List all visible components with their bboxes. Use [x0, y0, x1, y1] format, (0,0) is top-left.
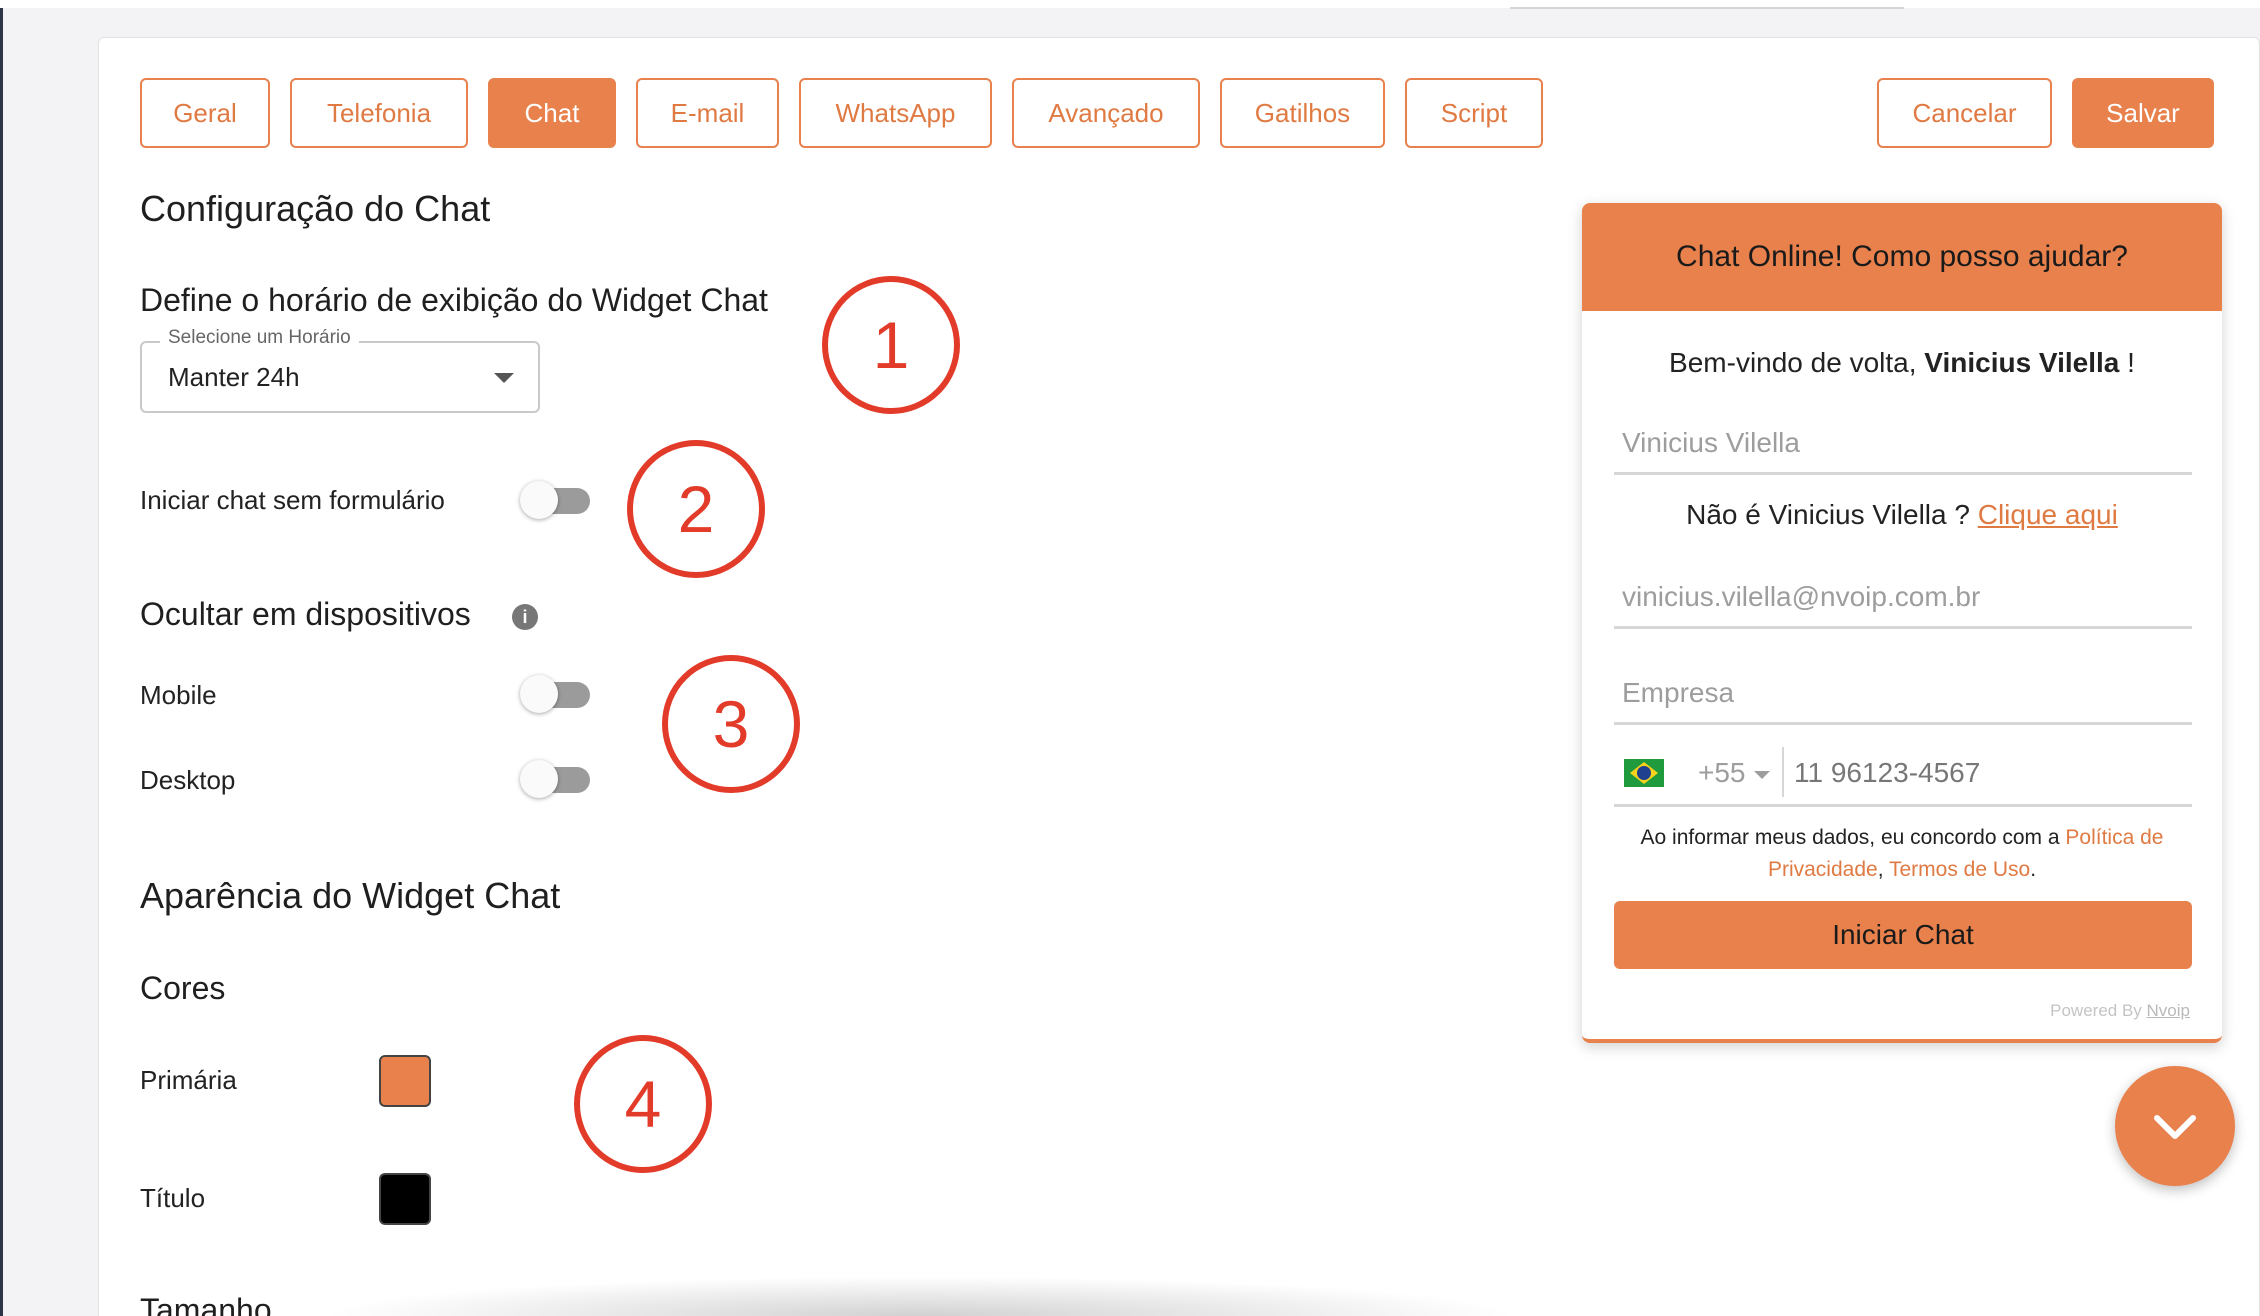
- phone-input[interactable]: 11 96123-4567: [1794, 757, 1980, 789]
- click-here-link[interactable]: Clique aqui: [1978, 499, 2118, 530]
- desktop-label: Desktop: [140, 765, 236, 795]
- page-title: Configuração do Chat: [140, 188, 491, 229]
- primary-color-label: Primária: [140, 1065, 237, 1095]
- chevron-down-icon: [2154, 1115, 2196, 1139]
- tab-script[interactable]: Script: [1405, 78, 1543, 148]
- primary-color-swatch[interactable]: [379, 1055, 431, 1107]
- tab-chat[interactable]: Chat: [488, 78, 616, 148]
- widget-header: Chat Online! Como posso ajudar?: [1582, 203, 2222, 311]
- annotation-2: 2: [627, 440, 765, 578]
- save-button[interactable]: Salvar: [2072, 78, 2214, 148]
- chat-toggle-button[interactable]: [2115, 1066, 2235, 1186]
- schedule-heading: Define o horário de exibição do Widget C…: [140, 282, 768, 318]
- cancel-button[interactable]: Cancelar: [1877, 78, 2052, 148]
- size-heading: Tamanho: [140, 1292, 272, 1316]
- info-icon[interactable]: i: [512, 604, 538, 630]
- mobile-toggle[interactable]: [520, 674, 596, 714]
- brazil-flag-icon[interactable]: [1624, 759, 1664, 787]
- colors-heading: Cores: [140, 970, 226, 1006]
- title-color-label: Título: [140, 1183, 206, 1213]
- phone-divider: [1782, 747, 1784, 797]
- start-without-form-label: Iniciar chat sem formulário: [140, 485, 445, 515]
- annotation-3: 3: [662, 655, 800, 793]
- top-bar: [0, 0, 2260, 8]
- tab-email[interactable]: E-mail: [636, 78, 779, 148]
- company-field[interactable]: Empresa: [1614, 667, 2192, 725]
- caret-down-icon[interactable]: [494, 373, 514, 383]
- mobile-label: Mobile: [140, 680, 217, 710]
- terms-link[interactable]: Termos de Uso: [1889, 858, 2030, 881]
- name-field[interactable]: Vinicius Vilella: [1614, 419, 2192, 475]
- schedule-select-value: Manter 24h: [168, 362, 300, 392]
- nvoip-link[interactable]: Nvoip: [2147, 1001, 2190, 1020]
- welcome-message: Bem-vindo de volta, Vinicius Vilella !: [1669, 347, 2135, 378]
- tab-geral[interactable]: Geral: [140, 78, 270, 148]
- tab-avancado[interactable]: Avançado: [1012, 78, 1200, 148]
- bottom-shadow: [320, 1276, 1520, 1316]
- hide-devices-heading: Ocultar em dispositivos: [140, 596, 471, 632]
- tab-gatilhos[interactable]: Gatilhos: [1220, 78, 1385, 148]
- consent-text: Ao informar meus dados, eu concordo com …: [1640, 826, 2164, 881]
- not-you-message: Não é Vinicius Vilella ? Clique aqui: [1686, 499, 2118, 530]
- window-edge: [0, 0, 3, 1316]
- phone-field[interactable]: +55 11 96123-4567: [1614, 743, 2192, 807]
- chat-widget-preview: Chat Online! Como posso ajudar? Bem-vind…: [1582, 203, 2222, 1043]
- welcome-name: Vinicius Vilella: [1924, 347, 2120, 378]
- powered-by: Powered By Nvoip: [2050, 1001, 2190, 1020]
- privacy-link-line2[interactable]: Privacidade: [1768, 858, 1878, 881]
- appearance-heading: Aparência do Widget Chat: [140, 875, 561, 916]
- annotation-1: 1: [822, 276, 960, 414]
- tab-telefonia[interactable]: Telefonia: [290, 78, 468, 148]
- title-color-swatch[interactable]: [379, 1173, 431, 1225]
- top-divider: [1510, 7, 1904, 9]
- start-without-form-toggle[interactable]: [520, 480, 596, 520]
- start-chat-button[interactable]: Iniciar Chat: [1614, 901, 2192, 969]
- schedule-select-label: Selecione um Horário: [160, 327, 359, 349]
- country-code[interactable]: +55: [1698, 757, 1746, 789]
- annotation-4: 4: [574, 1035, 712, 1173]
- privacy-link[interactable]: Política de: [2065, 826, 2163, 849]
- desktop-toggle[interactable]: [520, 759, 596, 799]
- tab-whatsapp[interactable]: WhatsApp: [799, 78, 992, 148]
- country-dropdown-icon[interactable]: [1754, 771, 1770, 779]
- email-field[interactable]: vinicius.vilella@nvoip.com.br: [1614, 573, 2192, 629]
